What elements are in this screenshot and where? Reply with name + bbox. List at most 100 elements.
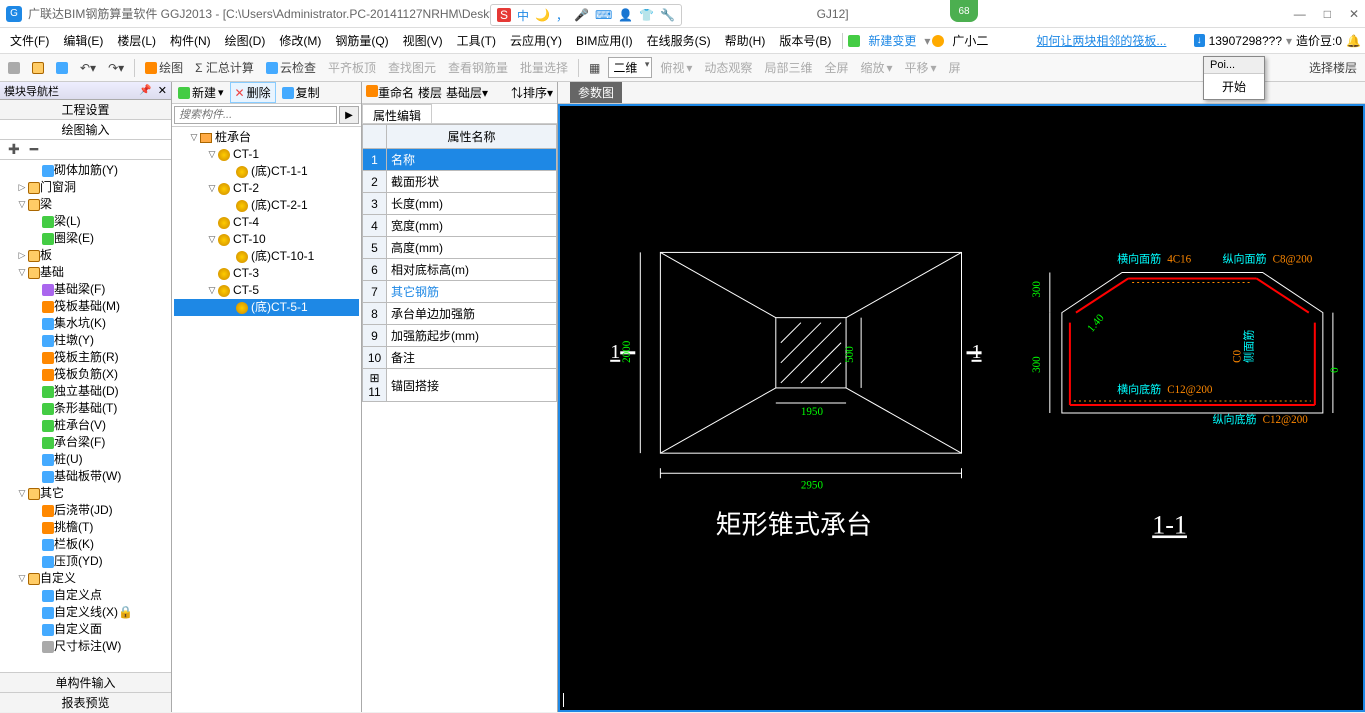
save-button[interactable] bbox=[52, 60, 72, 76]
screen-button[interactable]: 屏 bbox=[945, 57, 965, 78]
tree-node[interactable]: 条形基础(T) bbox=[2, 400, 171, 417]
start-button[interactable]: 开始 bbox=[1204, 74, 1264, 99]
tab-report[interactable]: 报表预览 bbox=[0, 692, 171, 712]
open-button[interactable] bbox=[28, 60, 48, 76]
tree-node[interactable]: ▷门窗洞 bbox=[2, 179, 171, 196]
menu-floor[interactable]: 楼层(L) bbox=[111, 30, 162, 51]
dynamic-view-button[interactable]: 动态观察 bbox=[700, 57, 756, 78]
notification-badge[interactable]: 68 bbox=[950, 0, 978, 22]
tree-node[interactable]: 自定义点 bbox=[2, 587, 171, 604]
menu-help[interactable]: 帮助(H) bbox=[719, 30, 772, 51]
batch-select-button[interactable]: 批量选择 bbox=[516, 57, 572, 78]
select-floor-button[interactable]: 选择楼层 bbox=[1305, 57, 1361, 78]
sort-button[interactable]: ⇅排序▾ bbox=[511, 84, 553, 101]
comp-node[interactable]: (底)CT-10-1 bbox=[174, 248, 359, 265]
ime-skin-icon[interactable]: 👕 bbox=[639, 8, 654, 22]
tree-node[interactable]: 筏板基础(M) bbox=[2, 298, 171, 315]
fullscreen-button[interactable]: 全屏 bbox=[820, 57, 852, 78]
tree-node[interactable]: 基础板带(W) bbox=[2, 468, 171, 485]
prop-row[interactable]: 2截面形状 bbox=[363, 171, 557, 193]
menu-version[interactable]: 版本号(B) bbox=[773, 30, 837, 51]
comp-node[interactable]: CT-3 bbox=[174, 265, 359, 282]
tree-node[interactable]: 砌体加筋(Y) bbox=[2, 162, 171, 179]
tree-node[interactable]: 基础梁(F) bbox=[2, 281, 171, 298]
minimize-button[interactable]: — bbox=[1294, 7, 1306, 21]
prop-row[interactable]: 4宽度(mm) bbox=[363, 215, 557, 237]
prop-row[interactable]: 8承台单边加强筋 bbox=[363, 303, 557, 325]
prop-row[interactable]: 3长度(mm) bbox=[363, 193, 557, 215]
tree-node[interactable]: 自定义面 bbox=[2, 621, 171, 638]
ime-moon-icon[interactable]: 🌙 bbox=[535, 8, 550, 22]
close-button[interactable]: ✕ bbox=[1349, 7, 1359, 21]
tree-node[interactable]: 栏板(K) bbox=[2, 536, 171, 553]
menu-component[interactable]: 构件(N) bbox=[164, 30, 217, 51]
pan-button[interactable]: 平移▾ bbox=[901, 57, 941, 78]
comp-node[interactable]: ▽桩承台 bbox=[174, 129, 359, 146]
comp-node[interactable]: (底)CT-5-1 bbox=[174, 299, 359, 316]
menu-tool[interactable]: 工具(T) bbox=[451, 30, 502, 51]
pin-icon[interactable]: 📌 bbox=[139, 85, 151, 96]
view-mode-combo[interactable]: 二维 bbox=[608, 57, 652, 78]
tab-project-settings[interactable]: 工程设置 bbox=[0, 100, 171, 120]
zoom-button[interactable]: 缩放▾ bbox=[856, 57, 896, 78]
tree-node[interactable]: 尺寸标注(W) bbox=[2, 638, 171, 655]
new-change-button[interactable]: 新建变更 bbox=[862, 30, 922, 51]
menu-file[interactable]: 文件(F) bbox=[4, 30, 55, 51]
bell-icon[interactable]: 🔔 bbox=[1346, 34, 1361, 48]
tree-node[interactable]: ▽基础 bbox=[2, 264, 171, 281]
maximize-button[interactable]: □ bbox=[1324, 7, 1331, 21]
search-go-button[interactable]: ▶ bbox=[339, 106, 359, 124]
expand-icon[interactable]: ⊞ bbox=[369, 371, 379, 385]
comp-node[interactable]: ▽CT-2 bbox=[174, 180, 359, 197]
comp-node[interactable]: ▽CT-10 bbox=[174, 231, 359, 248]
ime-mic-icon[interactable]: 🎤 bbox=[574, 8, 589, 22]
close-panel-icon[interactable]: ✕ bbox=[158, 84, 167, 97]
rename-button[interactable]: 重命名 bbox=[366, 84, 414, 101]
tree-node[interactable]: 桩承台(V) bbox=[2, 417, 171, 434]
comp-node[interactable]: (底)CT-1-1 bbox=[174, 163, 359, 180]
tree-node[interactable]: 独立基础(D) bbox=[2, 383, 171, 400]
prop-row[interactable]: 5高度(mm) bbox=[363, 237, 557, 259]
current-user[interactable]: 广小二 bbox=[946, 30, 994, 51]
tree-node[interactable]: ▽梁 bbox=[2, 196, 171, 213]
menu-modify[interactable]: 修改(M) bbox=[273, 30, 327, 51]
tree-node[interactable]: 圈梁(E) bbox=[2, 230, 171, 247]
top-view-button[interactable]: 俯视▾ bbox=[656, 57, 696, 78]
menu-online[interactable]: 在线服务(S) bbox=[641, 30, 717, 51]
ime-user-icon[interactable]: 👤 bbox=[618, 8, 633, 22]
tree-node[interactable]: 柱墩(Y) bbox=[2, 332, 171, 349]
menu-edit[interactable]: 编辑(E) bbox=[57, 30, 109, 51]
sum-button[interactable]: Σ 汇总计算 bbox=[191, 57, 258, 78]
menu-bim[interactable]: BIM应用(I) bbox=[570, 30, 639, 51]
delete-comp-button[interactable]: ✕删除 bbox=[230, 82, 276, 103]
tree-node[interactable]: 自定义线(X)🔒 bbox=[2, 604, 171, 621]
view-rebar-button[interactable]: 查看钢筋量 bbox=[444, 57, 512, 78]
tree-node[interactable]: 后浇带(JD) bbox=[2, 502, 171, 519]
tab-draw-input[interactable]: 绘图输入 bbox=[0, 120, 171, 140]
component-type-tree[interactable]: 砌体加筋(Y)▷门窗洞▽梁梁(L)圈梁(E)▷板▽基础基础梁(F)筏板基础(M)… bbox=[0, 160, 171, 672]
component-instance-tree[interactable]: ▽桩承台▽CT-1(底)CT-1-1▽CT-2(底)CT-2-1CT-4▽CT-… bbox=[172, 127, 361, 712]
tree-node[interactable]: 挑檐(T) bbox=[2, 519, 171, 536]
prop-row[interactable]: ⊞ 11锚固搭接 bbox=[363, 369, 557, 402]
ime-toolbar[interactable]: S 中 🌙 ， 🎤 ⌨ 👤 👕 🔧 bbox=[490, 4, 682, 26]
tree-node[interactable]: ▽自定义 bbox=[2, 570, 171, 587]
mode-minus-icon[interactable]: ━ bbox=[30, 141, 38, 158]
drawing-canvas[interactable]: 2950 1950 2000 500 1 1 矩形锥式承台 bbox=[558, 104, 1365, 712]
prop-row[interactable]: 7其它钢筋 bbox=[363, 281, 557, 303]
search-input[interactable] bbox=[174, 106, 337, 124]
comp-node[interactable]: ▽CT-1 bbox=[174, 146, 359, 163]
prop-row[interactable]: 9加强筋起步(mm) bbox=[363, 325, 557, 347]
account-number[interactable]: 13907298??? bbox=[1209, 34, 1282, 48]
new-file-button[interactable] bbox=[4, 60, 24, 76]
prop-row[interactable]: 10备注 bbox=[363, 347, 557, 369]
comp-node[interactable]: CT-4 bbox=[174, 214, 359, 231]
ime-keyboard-icon[interactable]: ⌨ bbox=[595, 8, 612, 22]
mode-add-icon[interactable]: ✚ bbox=[8, 141, 20, 158]
new-comp-button[interactable]: 新建▾ bbox=[174, 83, 228, 102]
tree-node[interactable]: ▽其它 bbox=[2, 485, 171, 502]
base-floor-combo[interactable]: 基础层▾ bbox=[446, 84, 488, 101]
tree-node[interactable]: 梁(L) bbox=[2, 213, 171, 230]
news-link[interactable]: 如何让两块相邻的筏板... bbox=[1036, 32, 1166, 49]
prop-row[interactable]: 6相对底标高(m) bbox=[363, 259, 557, 281]
cloud-check-button[interactable]: 云检查 bbox=[262, 57, 320, 78]
